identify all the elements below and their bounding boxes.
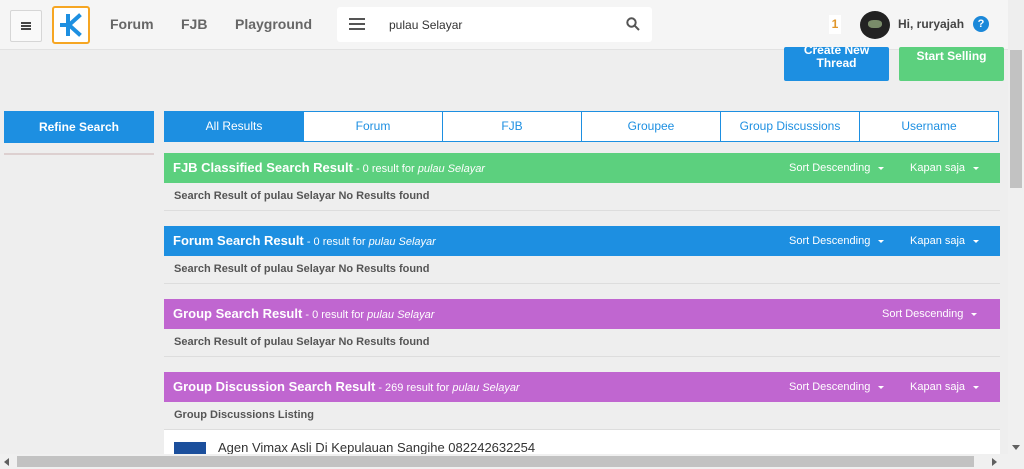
help-icon[interactable]: ? (973, 16, 989, 32)
create-thread-label: Create New Thread (803, 47, 870, 70)
search-category-menu-icon[interactable] (349, 18, 365, 30)
hamburger-icon (21, 25, 31, 27)
time-filter-dropdown[interactable]: Kapan saja (910, 381, 980, 393)
search-bar (337, 7, 652, 42)
top-header: Forum FJB Playground 1 Hi, ruryajah ? (0, 0, 1008, 50)
section-body: Search Result of pulau Selayar No Result… (164, 183, 1000, 211)
listing-thumbnail (174, 442, 206, 454)
section-header: Group Discussion Search Result - 269 res… (164, 372, 1000, 402)
fjb-result-section: FJB Classified Search Result - 0 result … (164, 153, 1000, 211)
result-tabs: All Results Forum FJB Groupee Group Disc… (164, 111, 999, 142)
main-menu-button[interactable] (10, 10, 42, 42)
sort-dropdown[interactable]: Sort Descending (789, 162, 885, 174)
section-body: Search Result of pulau Selayar No Result… (164, 329, 1000, 357)
scrollbar-thumb[interactable] (17, 456, 974, 467)
result-query: pulau Selayar (452, 382, 520, 394)
result-count: - 0 result for (352, 163, 418, 175)
tab-group-discussions[interactable]: Group Discussions (720, 112, 859, 141)
group-result-section: Group Search Result - 0 result for pulau… (164, 299, 1000, 357)
section-header: Group Search Result - 0 result for pulau… (164, 299, 1000, 329)
tab-groupee[interactable]: Groupee (581, 112, 720, 141)
sidebar-divider (4, 153, 154, 155)
tab-forum[interactable]: Forum (303, 112, 442, 141)
kaskus-logo-icon[interactable] (52, 6, 90, 44)
list-item[interactable]: Agen Vimax Asli Di Kepulauan Sangihe 082… (164, 430, 1000, 455)
tab-all-results[interactable]: All Results (165, 112, 303, 141)
result-query: pulau Selayar (368, 236, 436, 248)
tab-fjb[interactable]: FJB (442, 112, 581, 141)
scroll-down-arrow-icon[interactable] (1012, 445, 1020, 450)
user-avatar[interactable] (860, 11, 890, 39)
user-greeting[interactable]: Hi, ruryajah (898, 17, 964, 31)
section-title: Group Discussion Search Result (173, 379, 376, 394)
vertical-scrollbar[interactable] (1008, 50, 1024, 454)
scroll-left-arrow-icon[interactable] (4, 458, 9, 466)
caret-down-icon (971, 312, 978, 316)
caret-down-icon (878, 239, 885, 243)
listing-title[interactable]: Agen Vimax Asli Di Kepulauan Sangihe 082… (218, 440, 535, 455)
group-discussion-result-section: Group Discussion Search Result - 269 res… (164, 372, 1000, 430)
tab-username[interactable]: Username (859, 112, 998, 141)
nav-fjb-link[interactable]: FJB (181, 16, 207, 32)
sort-dropdown[interactable]: Sort Descending (789, 381, 885, 393)
result-count: - 0 result for (302, 309, 368, 321)
caret-down-icon (973, 239, 980, 243)
scrollbar-thumb[interactable] (1010, 50, 1022, 188)
result-count: - 0 result for (303, 236, 369, 248)
section-title: Group Search Result (173, 306, 303, 321)
forum-result-section: Forum Search Result - 0 result for pulau… (164, 226, 1000, 284)
sort-dropdown[interactable]: Sort Descending (882, 308, 978, 320)
section-header: FJB Classified Search Result - 0 result … (164, 153, 1000, 183)
result-count: - 269 result for (375, 382, 453, 394)
search-icon[interactable] (626, 17, 640, 31)
create-new-thread-button[interactable]: Create New Thread (784, 47, 889, 81)
sort-dropdown[interactable]: Sort Descending (789, 235, 885, 247)
refine-search-button[interactable]: Refine Search (4, 111, 154, 143)
section-title: FJB Classified Search Result (173, 160, 353, 175)
section-header: Forum Search Result - 0 result for pulau… (164, 226, 1000, 256)
section-body: Group Discussions Listing (164, 402, 1000, 430)
time-filter-dropdown[interactable]: Kapan saja (910, 235, 980, 247)
result-query: pulau Selayar (417, 163, 485, 175)
caret-down-icon (878, 166, 885, 170)
scroll-right-arrow-icon[interactable] (992, 458, 997, 466)
start-selling-button[interactable]: Start Selling (899, 47, 1004, 81)
nav-forum-link[interactable]: Forum (110, 16, 154, 32)
section-title: Forum Search Result (173, 233, 304, 248)
notification-badge[interactable]: 1 (829, 15, 841, 34)
nav-playground-link[interactable]: Playground (235, 16, 312, 32)
time-filter-dropdown[interactable]: Kapan saja (910, 162, 980, 174)
result-query: pulau Selayar (367, 309, 435, 321)
search-input[interactable] (389, 16, 614, 34)
section-body: Search Result of pulau Selayar No Result… (164, 256, 1000, 284)
horizontal-scrollbar[interactable] (0, 454, 1024, 469)
caret-down-icon (973, 385, 980, 389)
caret-down-icon (973, 166, 980, 170)
caret-down-icon (878, 385, 885, 389)
